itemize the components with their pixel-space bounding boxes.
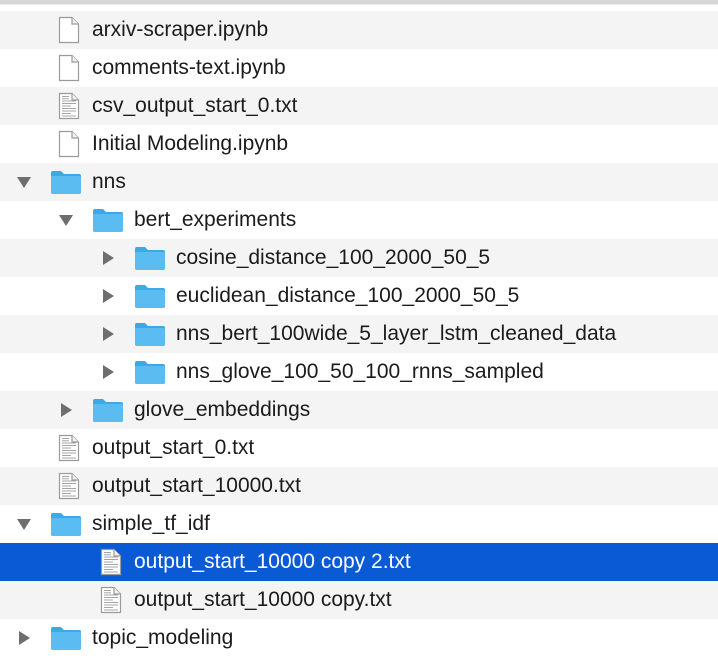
tree-row-label: cosine_distance_100_2000_50_5 (176, 246, 491, 269)
tree-row[interactable]: cosine_distance_100_2000_50_5 (0, 239, 718, 277)
tree-row[interactable]: nns_glove_100_50_100_rnns_sampled (0, 353, 718, 391)
folder-icon (92, 395, 124, 425)
disclosure-collapsed-icon[interactable] (98, 362, 118, 382)
tree-row-label: arxiv-scraper.ipynb (92, 18, 269, 41)
tree-row-label: nns (92, 170, 126, 193)
text-document-icon (53, 433, 85, 463)
tree-row-label: topic_modeling (92, 626, 234, 649)
tree-row[interactable]: output_start_10000 copy 2.txt (0, 543, 718, 581)
top-border-line (0, 4, 718, 5)
tree-row-label: nns_bert_100wide_5_layer_lstm_cleaned_da… (176, 322, 617, 345)
tree-row-label: bert_experiments (134, 208, 297, 231)
tree-row-label: output_start_10000 copy 2.txt (134, 550, 411, 573)
document-icon (53, 15, 85, 45)
disclosure-collapsed-icon[interactable] (98, 248, 118, 268)
tree-row[interactable]: Initial Modeling.ipynb (0, 125, 718, 163)
tree-row[interactable]: nns (0, 163, 718, 201)
folder-icon (50, 623, 82, 653)
tree-row-label: output_start_10000.txt (92, 474, 301, 497)
disclosure-collapsed-icon[interactable] (98, 324, 118, 344)
tree-row-label: glove_embeddings (134, 398, 311, 421)
text-document-icon (95, 547, 127, 577)
disclosure-expanded-icon[interactable] (56, 210, 76, 230)
text-document-icon (95, 585, 127, 615)
document-icon (53, 129, 85, 159)
text-document-icon (53, 91, 85, 121)
folder-icon (134, 319, 166, 349)
disclosure-collapsed-icon[interactable] (14, 628, 34, 648)
tree-row[interactable]: topic_modeling (0, 619, 718, 657)
tree-row-label: output_start_10000 copy.txt (134, 588, 392, 611)
tree-row-label: csv_output_start_0.txt (92, 94, 298, 117)
disclosure-expanded-icon[interactable] (14, 514, 34, 534)
folder-icon (134, 281, 166, 311)
tree-row[interactable]: euclidean_distance_100_2000_50_5 (0, 277, 718, 315)
tree-row[interactable]: output_start_10000.txt (0, 467, 718, 505)
folder-icon (50, 509, 82, 539)
disclosure-collapsed-icon[interactable] (56, 400, 76, 420)
folder-icon (50, 167, 82, 197)
tree-row[interactable]: csv_output_start_0.txt (0, 87, 718, 125)
tree-row[interactable]: output_start_10000 copy.txt (0, 581, 718, 619)
disclosure-collapsed-icon[interactable] (98, 286, 118, 306)
tree-row-label: simple_tf_idf (92, 512, 210, 535)
folder-icon (92, 205, 124, 235)
tree-row[interactable]: simple_tf_idf (0, 505, 718, 543)
folder-icon (134, 243, 166, 273)
disclosure-expanded-icon[interactable] (14, 172, 34, 192)
tree-row[interactable]: arxiv-scraper.ipynb (0, 11, 718, 49)
file-tree-list: arxiv-scraper.ipynb comments-text.ipynb cs… (0, 11, 718, 657)
tree-row[interactable]: comments-text.ipynb (0, 49, 718, 87)
tree-row-label: comments-text.ipynb (92, 56, 286, 79)
tree-row-label: output_start_0.txt (92, 436, 255, 459)
folder-icon (134, 357, 166, 387)
tree-row[interactable]: output_start_0.txt (0, 429, 718, 467)
tree-row[interactable]: glove_embeddings (0, 391, 718, 429)
tree-row-label: euclidean_distance_100_2000_50_5 (176, 284, 520, 307)
tree-row-label: Initial Modeling.ipynb (92, 132, 289, 155)
tree-row-label: nns_glove_100_50_100_rnns_sampled (176, 360, 544, 383)
tree-row[interactable]: bert_experiments (0, 201, 718, 239)
document-icon (53, 53, 85, 83)
tree-row[interactable]: nns_bert_100wide_5_layer_lstm_cleaned_da… (0, 315, 718, 353)
text-document-icon (53, 471, 85, 501)
